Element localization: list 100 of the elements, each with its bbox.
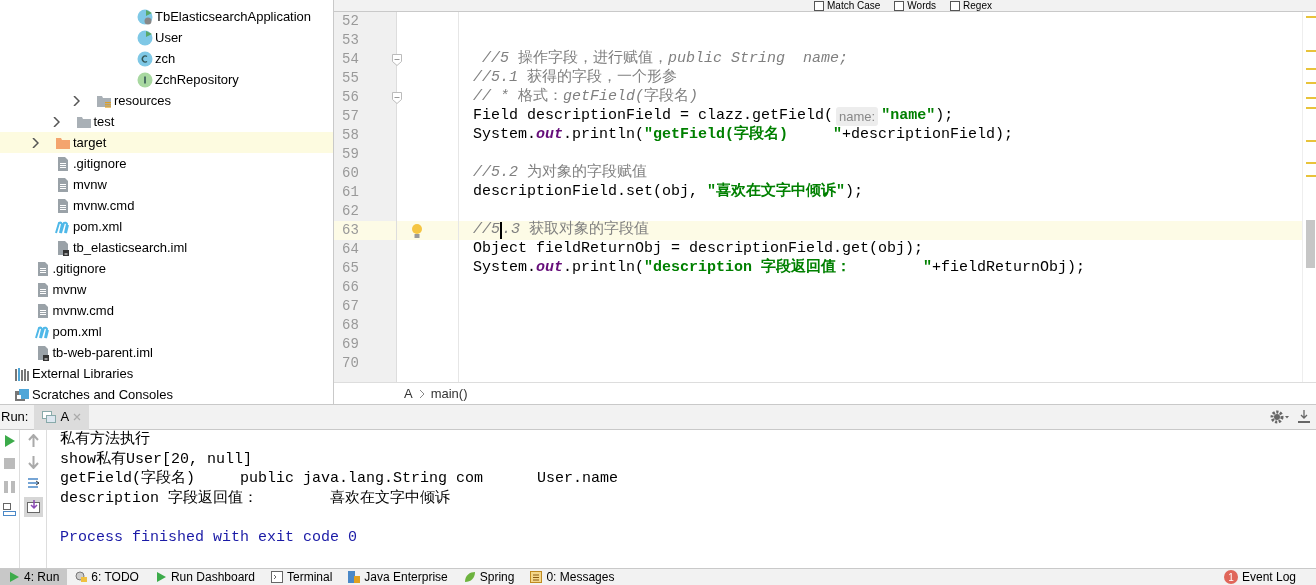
scroll-end-button[interactable] xyxy=(23,497,43,517)
stop-button[interactable] xyxy=(3,457,16,471)
tool-window-button[interactable]: 4: Run xyxy=(0,569,68,585)
tree-item[interactable]: test xyxy=(0,111,333,132)
wrap-button[interactable] xyxy=(26,476,40,490)
tree-item[interactable]: mvnw xyxy=(0,279,333,300)
layout-button[interactable] xyxy=(3,503,16,517)
line-number: 67 xyxy=(341,297,359,316)
output-line: show私有User[20, null] xyxy=(60,449,254,469)
tree-item[interactable]: External Libraries xyxy=(0,363,333,384)
tool-window-button[interactable]: Java Enterprise xyxy=(340,569,456,585)
console-icon xyxy=(42,411,57,423)
line-number: 58 xyxy=(341,126,359,145)
tree-label: zch xyxy=(155,49,176,68)
tool-window-button[interactable]: Run Dashboard xyxy=(146,569,263,585)
marker-stripe xyxy=(1306,82,1316,84)
file-icon xyxy=(55,239,71,256)
tree-item[interactable]: zch xyxy=(0,48,333,69)
code-line: //5 操作字段，进行赋值，public String name; xyxy=(481,50,849,68)
run-icon xyxy=(3,434,16,448)
tree-label: ZchRepository xyxy=(155,70,239,89)
scrollbar-thumb[interactable] xyxy=(1306,220,1315,268)
class-icon xyxy=(137,29,153,46)
tree-item[interactable]: pom.xml xyxy=(0,216,333,237)
tree-item[interactable]: .gitignore xyxy=(0,258,333,279)
tree-item[interactable]: pom.xml xyxy=(0,321,333,342)
tool-window-button[interactable]: Spring xyxy=(455,569,523,585)
line-number: 64 xyxy=(341,240,359,259)
option-checkbox[interactable]: Words xyxy=(894,0,937,11)
tree-item[interactable]: Scratches and Consoles xyxy=(0,384,333,404)
tree-label: resources xyxy=(114,91,172,110)
code-line: Field descriptionField = clazz.getField( name: "name"); xyxy=(472,107,954,126)
layout-icon xyxy=(3,503,16,517)
code-line: System.out.println("getField(字段名) "+descriptionField); xyxy=(472,126,1014,145)
down-button[interactable] xyxy=(26,455,40,469)
scratches-icon xyxy=(14,386,30,403)
chevron-icon xyxy=(418,388,425,399)
event-log-button[interactable]: 1 Event Log xyxy=(1215,569,1304,585)
tree-item[interactable]: User xyxy=(0,27,333,48)
class-icon xyxy=(137,8,153,25)
tree-item[interactable]: mvnw xyxy=(0,174,333,195)
code-line: //5.2 为对象的字段赋值 xyxy=(472,164,647,183)
tree-label: mvnw xyxy=(73,175,107,194)
tool-window-button[interactable]: Terminal xyxy=(263,569,341,585)
tree-item[interactable]: tb-web-parent.iml xyxy=(0,342,333,363)
output-line: 私有方法执行 xyxy=(60,430,151,450)
interface-icon xyxy=(137,71,153,88)
line-number: 65 xyxy=(341,259,359,278)
tree-label: tb-web-parent.iml xyxy=(52,343,153,362)
up-button[interactable] xyxy=(26,434,40,448)
tree-item[interactable]: tb_elasticsearch.iml xyxy=(0,237,333,258)
marker-stripe xyxy=(1306,140,1316,142)
line-number: 60 xyxy=(341,164,359,183)
panel-label: Run: xyxy=(0,408,30,427)
option-checkbox[interactable]: Match Case xyxy=(814,0,881,11)
run-tab[interactable]: A xyxy=(34,404,90,430)
tree-item[interactable]: target xyxy=(0,132,333,153)
tree-label: mvnw.cmd xyxy=(73,196,135,215)
line-number: 69 xyxy=(341,335,359,354)
line-number: 57 xyxy=(341,107,359,126)
file-icon xyxy=(55,176,71,193)
tree-label: TbElasticsearchApplication xyxy=(155,7,312,26)
file-icon xyxy=(55,197,71,214)
tree-item[interactable]: resources xyxy=(0,90,333,111)
text-cursor xyxy=(500,222,502,239)
marker-stripe xyxy=(1306,68,1316,70)
tool-window-button[interactable]: 6: TODO xyxy=(67,569,147,585)
line-number: 70 xyxy=(341,354,359,373)
option-checkbox[interactable]: Regex xyxy=(950,0,992,11)
tool-window-button[interactable]: 0: Messages xyxy=(522,569,623,585)
tree-item[interactable]: ZchRepository xyxy=(0,69,333,90)
download-button[interactable] xyxy=(1298,410,1310,424)
tree-label: mvnw xyxy=(52,280,87,299)
tree-item[interactable]: TbElasticsearchApplication xyxy=(0,6,333,27)
tree-item[interactable]: mvnw.cmd xyxy=(0,300,333,321)
code-line: System.out.println("description 字段返回值： "+fieldReturnObj); xyxy=(472,259,1086,278)
pause-button[interactable] xyxy=(3,480,16,494)
tree-label: pom.xml xyxy=(73,217,123,236)
line-number: 68 xyxy=(341,316,359,335)
arrow-up-icon xyxy=(26,434,40,448)
tree-item[interactable]: .gitignore xyxy=(0,153,333,174)
line-number: 54 xyxy=(341,50,359,69)
tree-item[interactable]: mvnw.cmd xyxy=(0,195,333,216)
code-line: //5.3 获取对象的字段值 xyxy=(472,221,650,240)
arrow-down-icon xyxy=(26,455,40,469)
leaf-icon xyxy=(463,571,476,583)
messages-icon xyxy=(530,571,543,583)
output-line: description 字段返回值： 喜欢在文字中倾诉 xyxy=(60,488,452,508)
breadcrumb[interactable]: main() xyxy=(430,383,468,404)
breadcrumb[interactable]: A xyxy=(404,383,413,404)
run-button[interactable] xyxy=(3,434,16,448)
line-number: 63 xyxy=(341,221,359,240)
settings-icon xyxy=(1270,410,1290,424)
output-line: Process finished with exit code 0 xyxy=(60,527,359,547)
line-number: 66 xyxy=(341,278,359,297)
code-line: //5.1 获得的字段，一个形参 xyxy=(472,69,677,87)
settings-button[interactable] xyxy=(1270,410,1290,424)
pause-icon xyxy=(3,480,16,494)
tree-label: .gitignore xyxy=(73,154,127,173)
run-icon xyxy=(154,571,167,583)
